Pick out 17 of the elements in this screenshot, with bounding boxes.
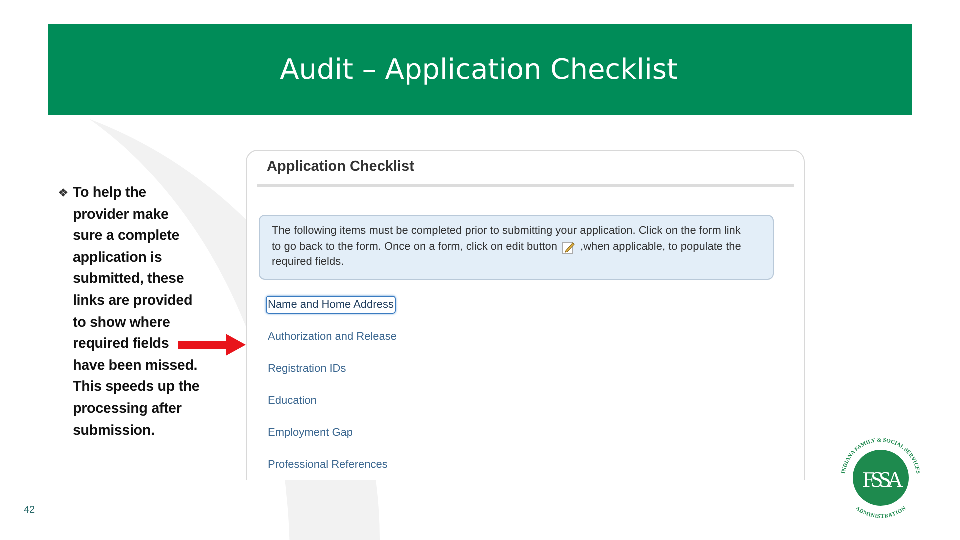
info-text: ,when applicable, to populate the [580, 240, 742, 254]
info-text: The following items must be completed prior to submitting your application. Click on the form link [272, 224, 741, 239]
info-text: to go back to the form. Once on a form, click on edit button [272, 240, 558, 254]
arrow-icon [178, 334, 246, 356]
info-text: required fields. [272, 255, 344, 270]
panel-title: Application Checklist [266, 159, 416, 175]
checklist-link[interactable]: Education [266, 392, 319, 410]
edit-icon[interactable] [562, 240, 575, 254]
checklist-link[interactable]: Name and Home Address [266, 296, 396, 314]
page-number: 42 [24, 505, 36, 516]
checklist-link[interactable]: Employment Gap [266, 424, 355, 442]
bullet-icon: ❖ [58, 183, 69, 205]
bullet-text: To help the provider make sure a complete application is submitted, these links are provided to show where required fields have been missed. This speeds up the processing after submission. [73, 184, 201, 441]
checklist-link[interactable]: Professional References [266, 456, 390, 474]
checklist-link[interactable]: Authorization and Release [266, 328, 400, 346]
checklist-link[interactable]: Registration IDs [266, 360, 348, 378]
slide-title: Audit – Application Checklist [280, 53, 679, 86]
